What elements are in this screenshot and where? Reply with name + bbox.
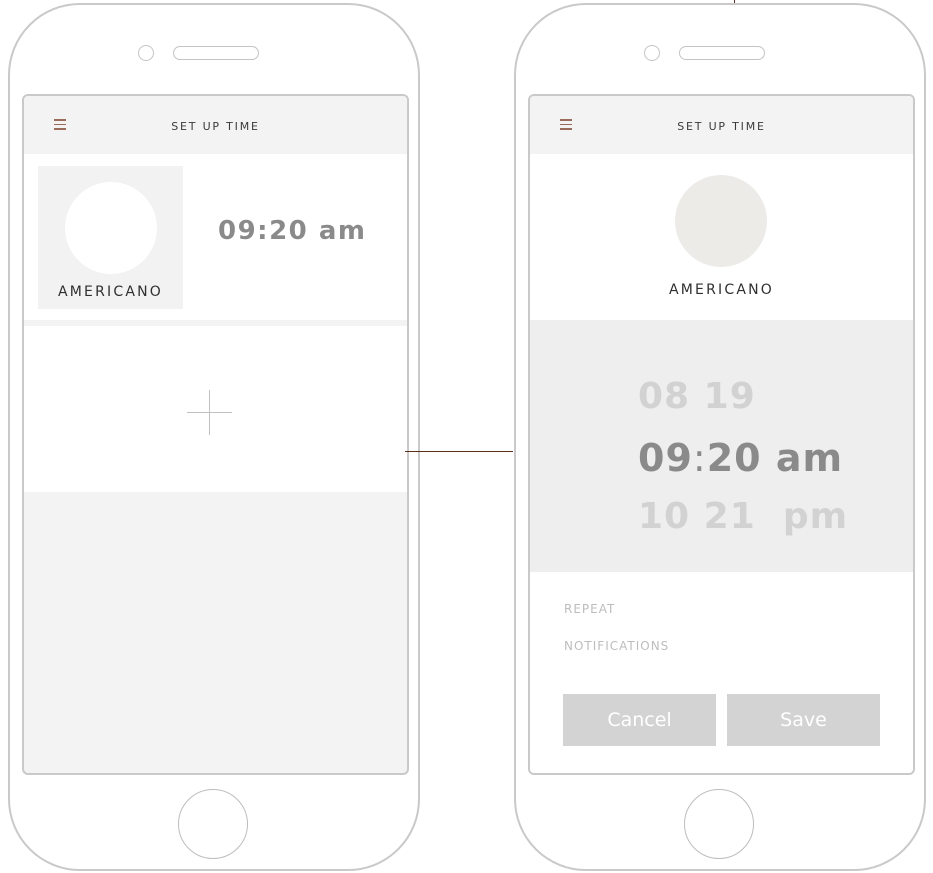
alarm-time: 09:20 am	[218, 216, 367, 246]
phone-frame-right: SET UP TIME AMERICANO 08 19 09:20 am 10 …	[514, 3, 926, 871]
drink-name: AMERICANO	[668, 282, 774, 298]
app-bar: SET UP TIME	[530, 96, 913, 152]
time-picker[interactable]: 08 19 09:20 am 10 21 pm	[530, 320, 913, 572]
speaker-grille	[679, 46, 765, 60]
notifications-option[interactable]: NOTIFICATIONS	[564, 639, 669, 653]
flow-connector	[405, 451, 513, 452]
picker-row-previous[interactable]: 08 19	[638, 376, 756, 417]
alarm-card[interactable]: AMERICANO 09:20 am	[24, 154, 407, 320]
picker-minute: 21	[703, 496, 756, 537]
picker-hour: 09	[638, 436, 693, 480]
drink-name: AMERICANO	[57, 284, 163, 300]
drink-header: AMERICANO	[530, 154, 913, 320]
page-title: SET UP TIME	[171, 120, 260, 133]
picker-minute: 20	[706, 436, 762, 480]
speaker-grille	[173, 46, 259, 60]
picker-period: pm	[782, 496, 849, 537]
phone-frame-left: SET UP TIME AMERICANO 09:20 am	[8, 3, 420, 871]
camera-icon	[138, 45, 154, 61]
picker-period: am	[775, 436, 844, 480]
picker-minute: 19	[703, 376, 756, 417]
drink-thumbnail[interactable]: AMERICANO	[38, 166, 183, 309]
screen-set-up-time-edit: SET UP TIME AMERICANO 08 19 09:20 am 10 …	[528, 94, 915, 775]
drink-image	[65, 182, 157, 274]
picker-hour: 08	[638, 376, 691, 417]
picker-separator: :	[692, 436, 707, 480]
add-alarm-button[interactable]	[24, 326, 407, 492]
repeat-option[interactable]: REPEAT	[564, 602, 615, 616]
app-bar: SET UP TIME	[24, 96, 407, 152]
plus-icon-vertical	[209, 390, 210, 435]
picker-hour: 10	[638, 496, 691, 537]
home-button[interactable]	[178, 789, 248, 859]
cancel-button[interactable]: Cancel	[563, 694, 716, 746]
page-title: SET UP TIME	[677, 120, 766, 133]
screen-set-up-time-list: SET UP TIME AMERICANO 09:20 am	[22, 94, 409, 775]
home-button[interactable]	[684, 789, 754, 859]
picker-row-selected[interactable]: 09:20 am	[638, 436, 843, 480]
save-button[interactable]: Save	[727, 694, 880, 746]
picker-row-next[interactable]: 10 21 pm	[638, 496, 848, 537]
camera-icon	[644, 45, 660, 61]
drink-image	[675, 175, 767, 267]
